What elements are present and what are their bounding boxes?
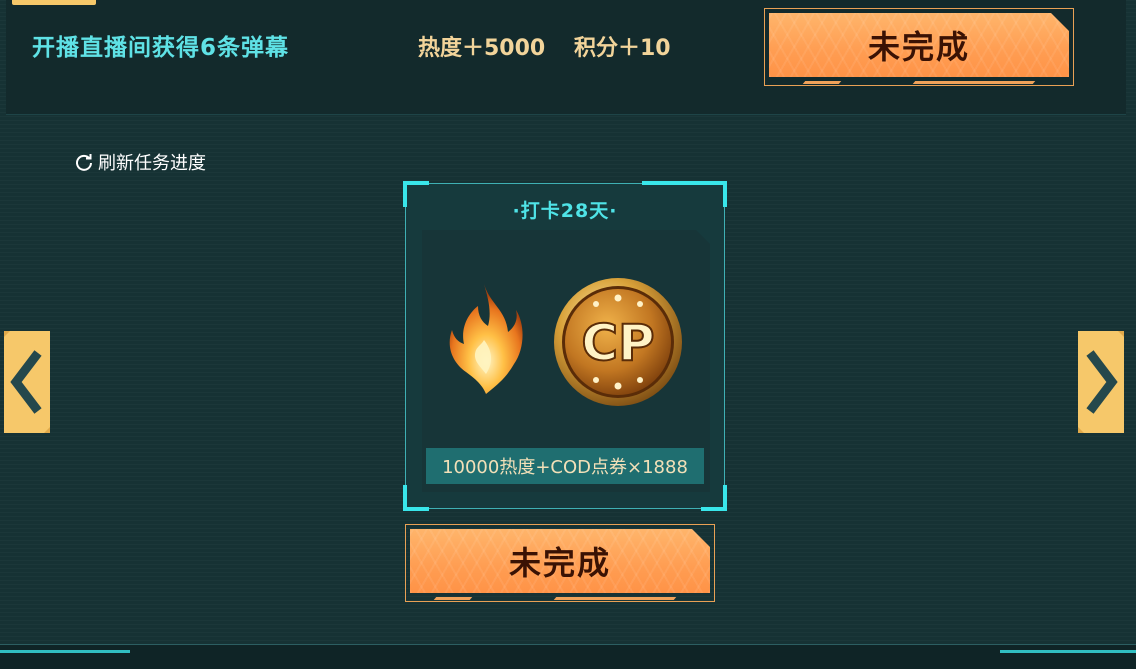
chevron-left-icon	[4, 331, 50, 433]
refresh-icon	[76, 154, 92, 171]
refresh-task-progress[interactable]: 刷新任务进度	[74, 149, 206, 175]
task-name: 开播直播间获得6条弹幕	[32, 35, 290, 61]
chevron-right-icon	[1078, 331, 1124, 433]
task-reward-points: 积分＋10	[574, 36, 671, 61]
refresh-label: 刷新任务进度	[98, 153, 206, 174]
task-incomplete-button[interactable]: 未完成	[764, 8, 1074, 86]
task-corner-tag	[12, 0, 96, 5]
checkin-incomplete-label: 未完成	[508, 544, 611, 582]
checkin-incomplete-button[interactable]: 未完成	[405, 524, 715, 602]
bottom-divider	[0, 644, 1136, 669]
bottom-accent	[1000, 650, 1136, 653]
card-reward-text: 10000热度+COD点券×1888	[426, 448, 704, 484]
task-reward-heat: 热度＋5000	[418, 36, 546, 61]
card-top-bar	[642, 181, 702, 185]
cp-coin-icon: CP	[554, 278, 682, 406]
checkin-reward-card: ·打卡28天· CP 10000热度+COD点券×1888	[403, 181, 727, 511]
task-incomplete-label: 未完成	[867, 28, 970, 66]
coin-text: CP	[581, 314, 654, 372]
next-arrow-button[interactable]	[1078, 331, 1124, 433]
bottom-accent	[0, 650, 130, 653]
flame-heat-icon	[449, 284, 523, 394]
card-title: ·打卡28天·	[512, 200, 618, 222]
previous-arrow-button[interactable]	[4, 331, 50, 433]
